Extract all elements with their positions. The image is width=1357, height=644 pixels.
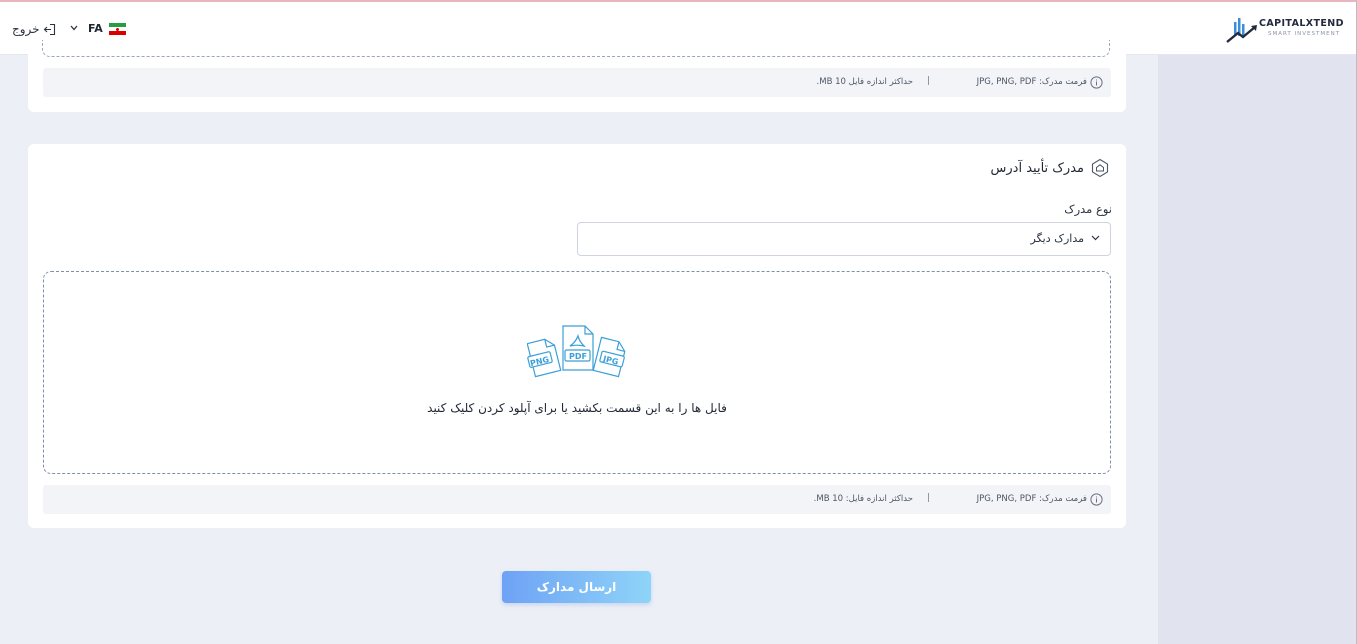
submit-documents-button[interactable]: ارسال مدارک (502, 571, 651, 603)
previous-document-card: فرمت مدرک: JPG, PNG, PDF | حداکثر اندازه… (28, 40, 1126, 112)
logout-button[interactable]: خروج (12, 20, 56, 38)
address-proof-card: مدرک تأیید آدرس نوع مدرک مدارک دیگر PNG … (28, 144, 1126, 528)
file-format-text: فرمت مدرک: JPG, PNG, PDF (976, 77, 1087, 87)
language-code: FA (88, 22, 103, 35)
chevron-down-icon (1091, 235, 1100, 241)
document-type-label: نوع مدرک (1064, 202, 1112, 216)
logout-label: خروج (12, 22, 40, 36)
brand-tagline: SMART INVESTMENT (1268, 31, 1341, 37)
info-icon (1090, 76, 1103, 89)
file-info-bar: فرمت مدرک: JPG, PNG, PDF | حداکثر اندازه… (43, 485, 1111, 514)
file-badge-pdf: PDF (569, 352, 587, 361)
file-info-bar: فرمت مدرک: JPG, PNG, PDF | حداکثر اندازه… (43, 68, 1111, 97)
document-type-select[interactable]: مدارک دیگر (577, 222, 1111, 256)
info-separator: | (927, 76, 930, 86)
previous-dropzone-edge[interactable] (42, 40, 1110, 57)
section-title-text: مدرک تأیید آدرس (990, 160, 1084, 176)
document-type-value: مدارک دیگر (1030, 232, 1084, 245)
brand-name: CAPITALXTEND (1259, 18, 1344, 29)
file-format-text: فرمت مدرک: JPG, PNG, PDF (976, 494, 1087, 504)
logo-mark-icon (1226, 18, 1257, 43)
info-icon (1090, 493, 1103, 506)
file-max-size-text: حداکثر اندازه فایل 10 MB. (816, 77, 913, 87)
brand-logo[interactable]: CAPITALXTEND SMART INVESTMENT (1226, 16, 1351, 44)
chevron-down-icon (70, 25, 78, 31)
dropzone-instruction: فایل ها را به این قسمت بکشید یا برای آپل… (427, 401, 727, 415)
logout-icon (43, 23, 55, 35)
iran-flag-icon (109, 23, 126, 35)
info-separator: | (927, 493, 930, 503)
house-location-icon (1091, 158, 1109, 178)
language-selector[interactable]: FA (62, 16, 132, 43)
right-side-panel (1158, 55, 1356, 644)
file-max-size-text: حداکثر اندازه فایل: 10 MB. (813, 494, 913, 504)
file-upload-dropzone[interactable]: PNG PDF JPG فایل ها را به این قسمت بکشید… (43, 271, 1111, 474)
section-title: مدرک تأیید آدرس (991, 158, 1110, 178)
